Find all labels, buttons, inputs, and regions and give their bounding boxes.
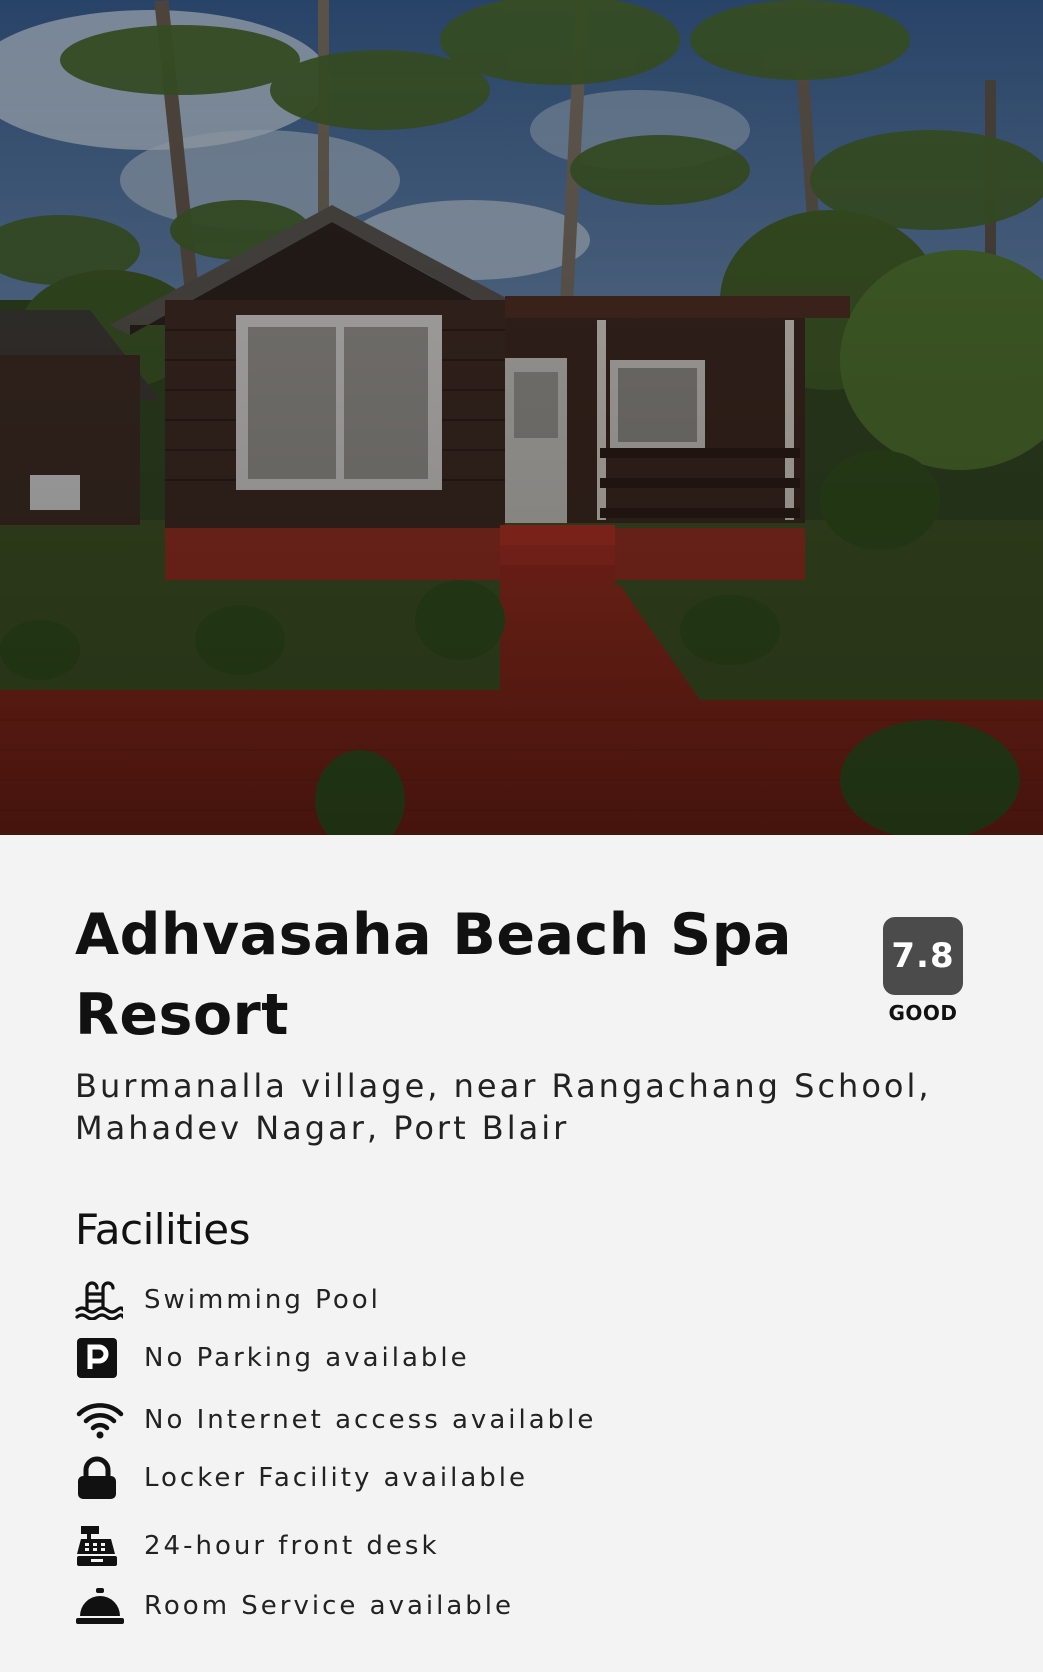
rating-label: GOOD [888, 1001, 958, 1025]
hero-image [0, 0, 1043, 835]
swimming-pool-icon [75, 1278, 127, 1322]
facility-label: Locker Facility available [144, 1463, 528, 1493]
facility-swimming-pool: Swimming Pool [75, 1275, 381, 1325]
facility-room-service: Room Service available [75, 1581, 514, 1631]
facility-internet: No Internet access available [75, 1395, 596, 1445]
rating-badge: 7.8 GOOD [883, 917, 963, 1025]
facility-front-desk: 24-hour front desk [75, 1521, 440, 1571]
facility-label: 24-hour front desk [144, 1531, 440, 1561]
service-bell-icon [75, 1584, 127, 1628]
resort-cottage-photo [0, 0, 1043, 835]
facility-label: Swimming Pool [144, 1285, 381, 1315]
hotel-address: Burmanalla village, near Rangachang Scho… [75, 1067, 932, 1147]
facility-label: Room Service available [144, 1591, 515, 1621]
facility-parking: No Parking available [75, 1333, 470, 1383]
lock-icon [75, 1456, 127, 1500]
hotel-name: Adhvasaha Beach Spa Resort [75, 902, 792, 1048]
rating-score: 7.8 [883, 917, 963, 995]
facility-label: No Internet access available [144, 1405, 597, 1435]
cash-register-icon [75, 1524, 127, 1568]
wifi-icon [75, 1398, 127, 1442]
facility-locker: Locker Facility available [75, 1453, 528, 1503]
parking-icon [75, 1336, 127, 1380]
facility-label: No Parking available [144, 1343, 470, 1373]
facilities-heading: Facilities [75, 1205, 251, 1254]
